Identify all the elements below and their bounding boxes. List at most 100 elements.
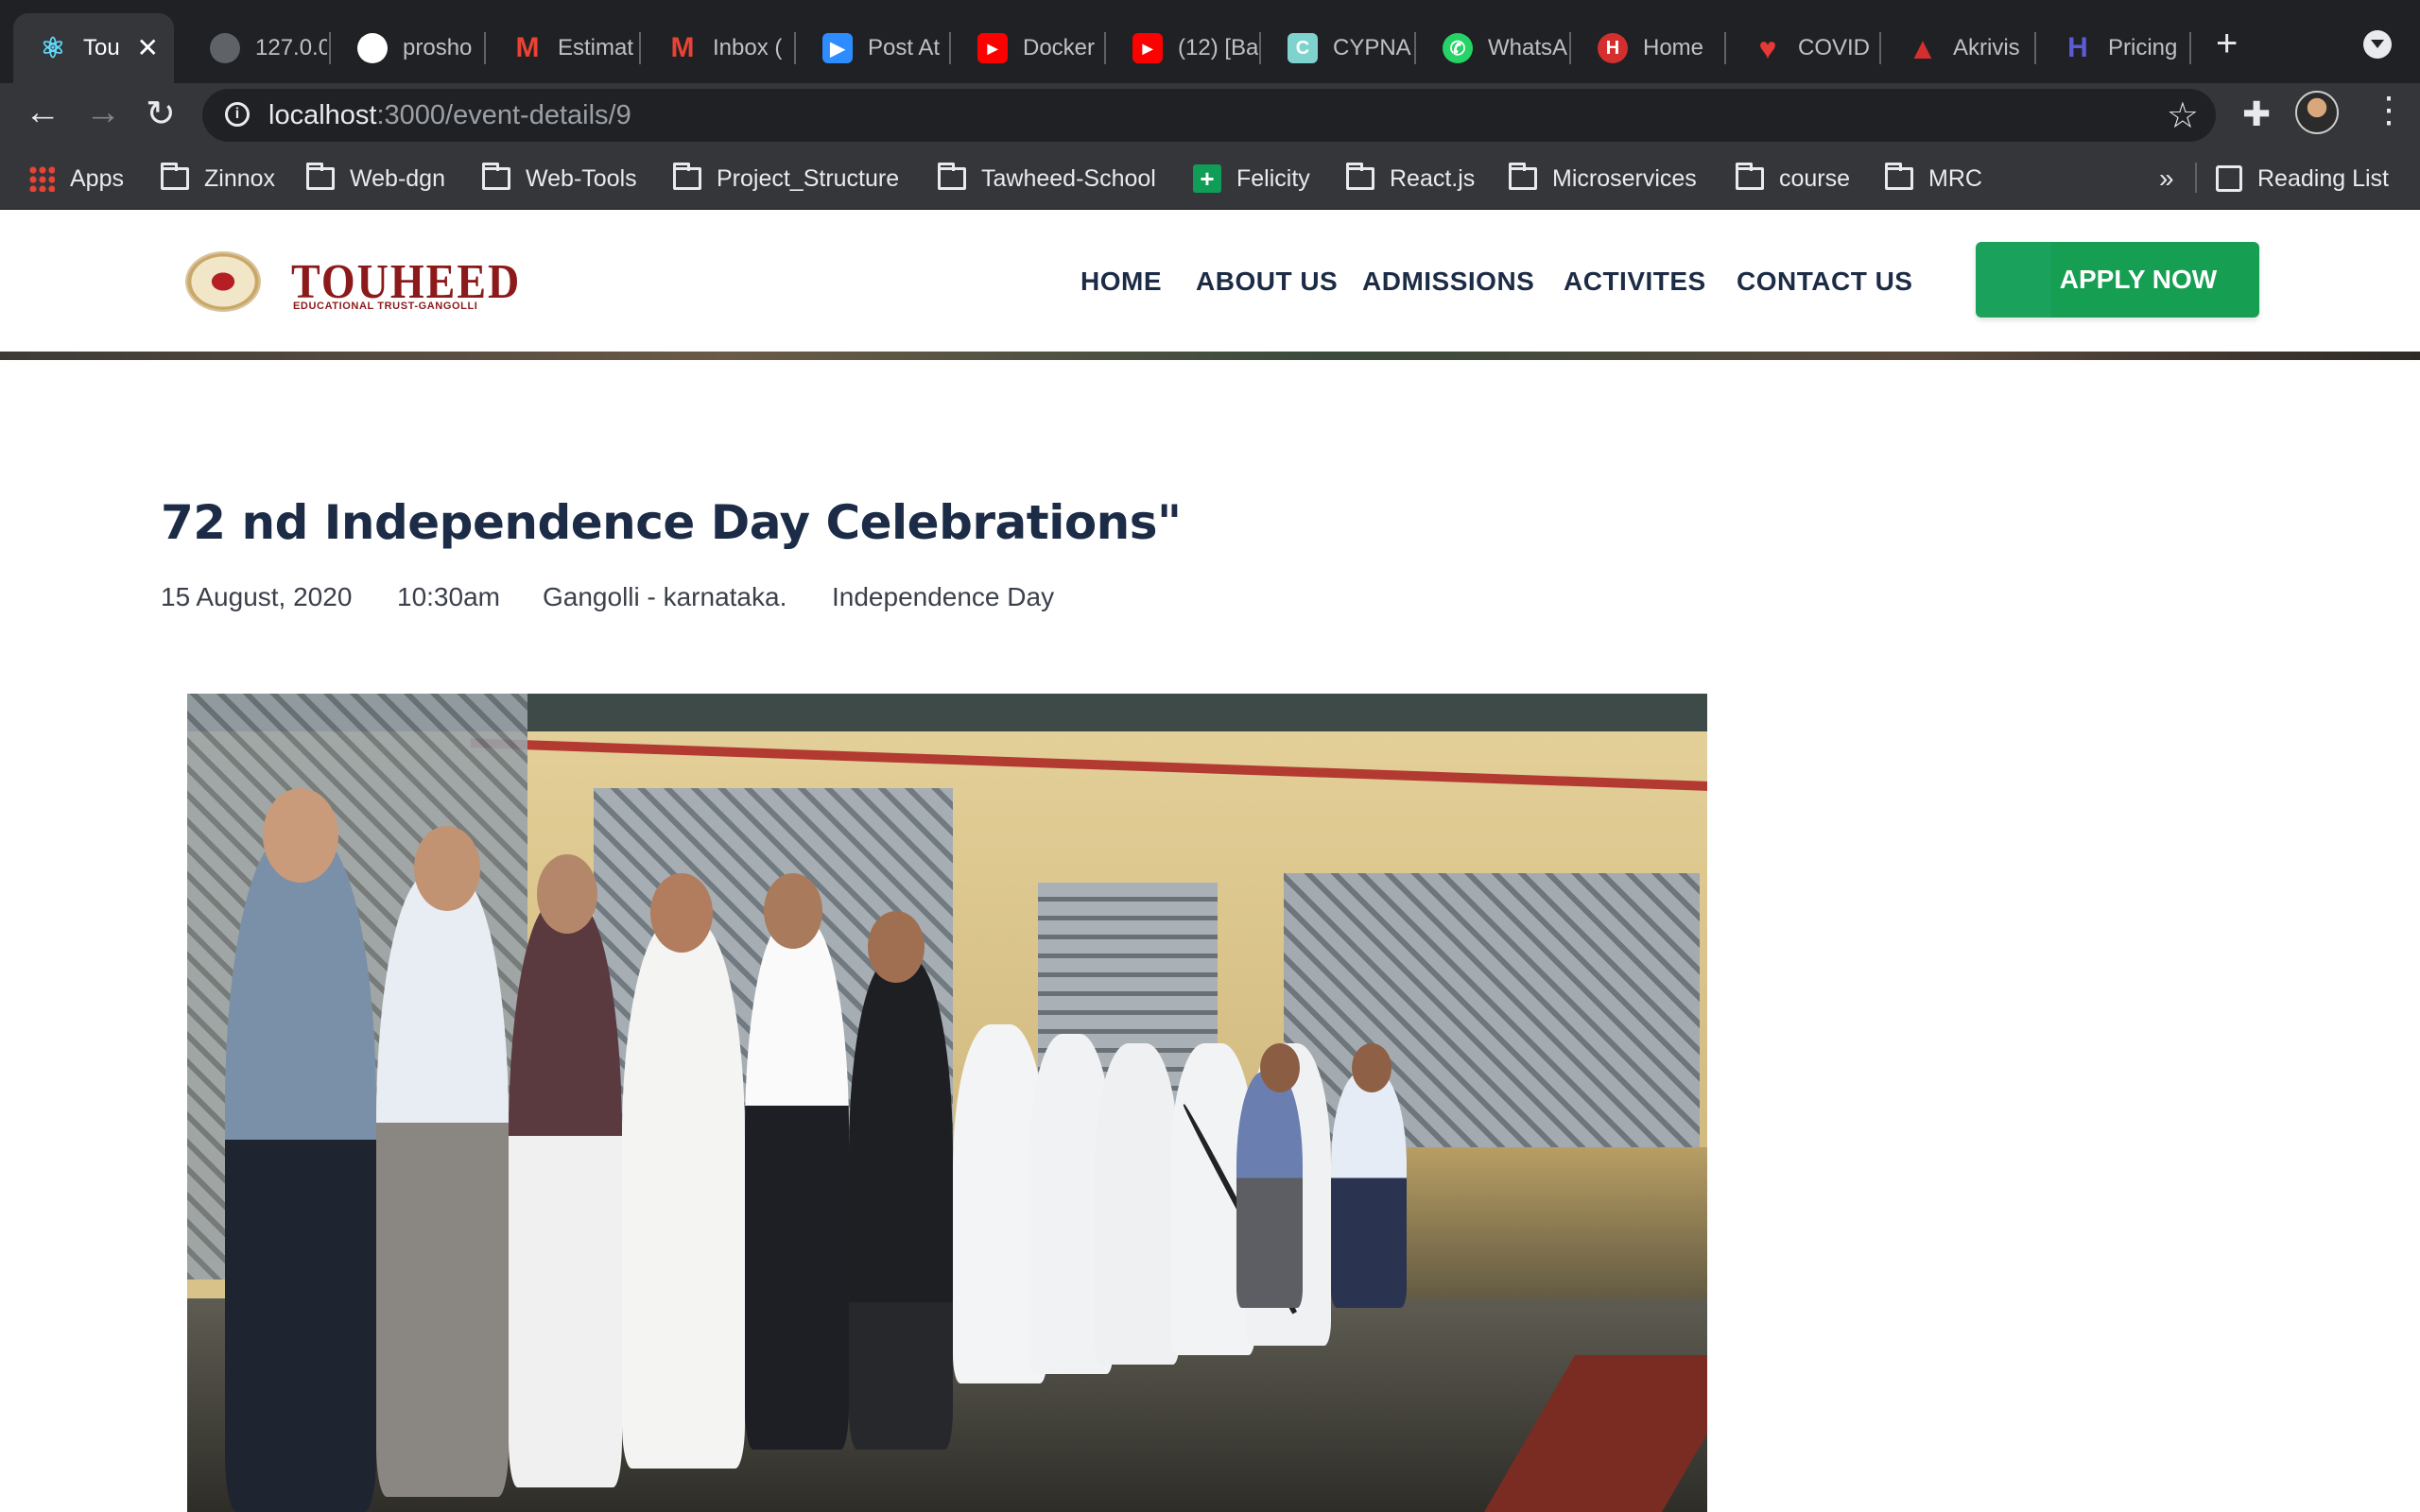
tab-2[interactable]: prosho xyxy=(333,13,484,83)
folder-icon xyxy=(1885,163,1913,190)
tab-12[interactable]: ▲ Akrivis xyxy=(1883,13,2034,83)
more-menu-icon[interactable]: ⋮ xyxy=(2371,93,2407,129)
logo-seal-icon[interactable] xyxy=(185,251,261,312)
event-title: 72 nd Independence Day Celebrations" xyxy=(161,495,1182,550)
tab-divider xyxy=(1414,32,1416,64)
back-icon[interactable]: ← xyxy=(25,93,60,133)
folder-icon xyxy=(161,163,189,190)
tab-8[interactable]: C CYPNA xyxy=(1263,13,1414,83)
folder-icon xyxy=(482,163,510,190)
forward-icon[interactable]: → xyxy=(85,93,121,133)
tab-0[interactable]: ⚛ Tou ✕ xyxy=(13,13,174,83)
bookmark-felicity[interactable]: + Felicity xyxy=(1193,163,1310,195)
apply-now-button[interactable]: APPLY NOW xyxy=(1976,242,2259,318)
avatar[interactable] xyxy=(2295,91,2339,134)
close-tab-icon[interactable]: ✕ xyxy=(137,32,159,63)
bookmark-tawheed-school[interactable]: Tawheed-School xyxy=(938,163,1156,195)
react-icon: ⚛ xyxy=(40,32,66,64)
address-bar[interactable]: i localhost:3000/event-details/9 ☆ xyxy=(202,89,2216,142)
tab-divider xyxy=(329,32,331,64)
tab-3[interactable]: M Estimat xyxy=(488,13,639,83)
bookmarks-overflow-icon[interactable]: » xyxy=(2159,163,2174,195)
folder-icon xyxy=(673,163,701,190)
folder-icon xyxy=(1736,163,1764,190)
bookmark-microservices[interactable]: Microservices xyxy=(1509,163,1697,195)
event-category: Independence Day xyxy=(832,582,1055,611)
apps-grid-icon xyxy=(28,165,55,192)
felicity-icon: + xyxy=(1193,164,1221,193)
tab-13[interactable]: H Pricing xyxy=(2038,13,2189,83)
nav-contact-us[interactable]: CONTACT US xyxy=(1737,266,1912,297)
bookmark-web-dgn[interactable]: Web-dgn xyxy=(306,163,445,195)
youtube-icon: ▶ xyxy=(977,33,1008,63)
tab-strip: ⚛ Tou ✕ 127.0.0 prosho M Estimat M Inbox… xyxy=(0,0,2420,83)
gmail-icon: M xyxy=(670,32,695,63)
youtube-icon: ▶ xyxy=(1132,33,1163,63)
tab-divider xyxy=(949,32,951,64)
logo-tagline: EDUCATIONAL TRUST-GANGOLLI xyxy=(293,301,478,312)
bookmark-web-tools[interactable]: Web-Tools xyxy=(482,163,637,195)
bookmark-zinnox[interactable]: Zinnox xyxy=(161,163,275,195)
tab-6[interactable]: ▶ Docker xyxy=(953,13,1104,83)
bookmark-reactjs[interactable]: React.js xyxy=(1346,163,1475,195)
tab-search-icon[interactable] xyxy=(2363,30,2392,59)
tab-4[interactable]: M Inbox ( xyxy=(643,13,794,83)
nav-home[interactable]: HOME xyxy=(1080,266,1162,297)
nav-about-us[interactable]: ABOUT US xyxy=(1196,266,1338,297)
h-icon: H xyxy=(1598,33,1628,63)
tab-10[interactable]: H Home xyxy=(1573,13,1724,83)
tab-divider xyxy=(1879,32,1881,64)
tab-divider xyxy=(2189,32,2191,64)
h-icon: H xyxy=(2067,32,2088,63)
bookmark-star-icon[interactable]: ☆ xyxy=(2167,94,2199,137)
tab-divider xyxy=(1724,32,1726,64)
extensions-icon[interactable]: ✚ xyxy=(2242,94,2271,134)
folder-icon xyxy=(938,163,966,190)
folder-icon xyxy=(1346,163,1374,190)
event-date: 15 August, 2020 xyxy=(161,582,353,611)
globe-icon xyxy=(210,33,240,63)
reload-icon[interactable]: ↻ xyxy=(146,93,176,135)
event-location: Gangolli - karnataka. xyxy=(543,582,787,611)
tab-5[interactable]: ▶ Post At xyxy=(798,13,949,83)
tab-divider xyxy=(2034,32,2036,64)
tab-divider xyxy=(639,32,641,64)
bookmarks-bar: Apps Zinnox Web-dgn Web-Tools Project_St… xyxy=(0,146,2420,210)
bookmarks-divider xyxy=(2195,163,2197,193)
hero-banner-edge xyxy=(0,352,2420,360)
folder-icon xyxy=(306,163,335,190)
site-header: TOUHEED EDUCATIONAL TRUST-GANGOLLI HOME … xyxy=(0,210,2420,352)
tab-divider xyxy=(1569,32,1571,64)
reading-list[interactable]: Reading List xyxy=(2216,163,2389,195)
bookmark-course[interactable]: course xyxy=(1736,163,1850,195)
c-icon: C xyxy=(1288,33,1318,63)
tab-9[interactable]: ✆ WhatsA xyxy=(1418,13,1569,83)
gmail-icon: M xyxy=(515,32,540,63)
site-info-icon[interactable]: i xyxy=(225,102,250,127)
nav-admissions[interactable]: ADMISSIONS xyxy=(1362,266,1534,297)
event-time: 10:30am xyxy=(397,582,500,611)
tab-1[interactable]: 127.0.0 xyxy=(185,13,327,83)
zoom-icon: ▶ xyxy=(822,33,853,63)
url-text[interactable]: localhost:3000/event-details/9 xyxy=(268,100,631,131)
reading-list-icon xyxy=(2216,165,2242,192)
url-path: :3000/event-details/9 xyxy=(376,100,631,130)
tab-11[interactable]: ♥ COVID xyxy=(1728,13,1879,83)
url-host: localhost xyxy=(268,100,377,130)
tab-divider xyxy=(1104,32,1106,64)
bookmark-mrc[interactable]: MRC xyxy=(1885,163,1982,195)
github-icon xyxy=(357,33,388,63)
new-tab-icon[interactable]: + xyxy=(2216,23,2238,65)
whatsapp-icon: ✆ xyxy=(1443,33,1473,63)
event-photo xyxy=(187,694,1707,1512)
nav-activities[interactable]: ACTIVITES xyxy=(1564,266,1706,297)
heart-icon: ♥ xyxy=(1758,30,1777,65)
a-icon: ▲ xyxy=(1908,30,1938,65)
bookmark-project-structure[interactable]: Project_Structure xyxy=(673,163,899,195)
browser-toolbar: ← → ↻ i localhost:3000/event-details/9 ☆ xyxy=(0,83,2420,146)
bookmark-apps[interactable]: Apps xyxy=(28,163,124,195)
tab-divider xyxy=(794,32,796,64)
folder-icon xyxy=(1509,163,1537,190)
tab-divider xyxy=(1259,32,1261,64)
tab-7[interactable]: ▶ (12) [Ba xyxy=(1108,13,1259,83)
